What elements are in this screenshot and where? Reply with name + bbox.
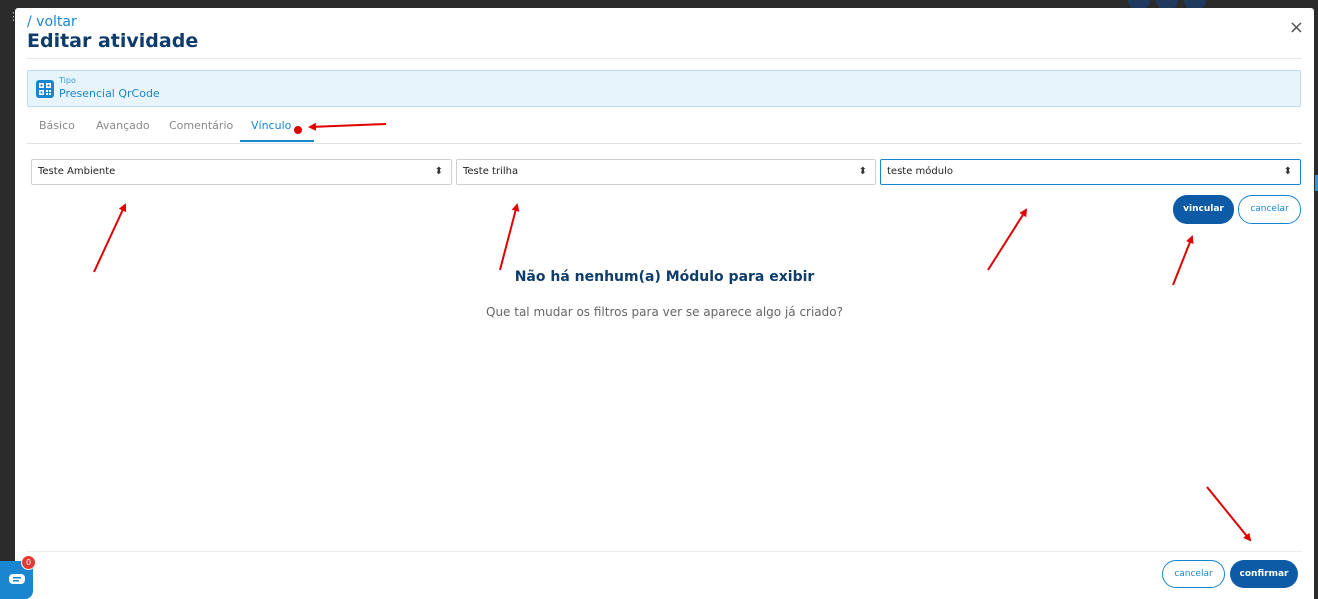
confirm-button[interactable]: confirmar bbox=[1230, 560, 1298, 588]
active-tab-underline bbox=[240, 140, 314, 142]
chat-icon bbox=[8, 574, 25, 584]
tab-comentario[interactable]: Comentário bbox=[169, 119, 233, 132]
empty-state-subtitle: Que tal mudar os filtros para ver se apa… bbox=[486, 305, 843, 319]
tab-vinculo[interactable]: Vínculo bbox=[251, 119, 291, 132]
tab-vinculo-indicator bbox=[294, 126, 302, 134]
cancel-link-button[interactable]: cancelar bbox=[1238, 195, 1301, 224]
close-icon[interactable]: × bbox=[1289, 18, 1304, 38]
select-arrows-icon: ⬍ bbox=[434, 166, 443, 177]
activity-type-value: Presencial QrCode bbox=[59, 87, 160, 100]
trilha-select-value: Teste trilha bbox=[463, 166, 519, 177]
activity-type-label: Tipo bbox=[59, 76, 76, 85]
page-title: Editar atividade bbox=[27, 30, 199, 52]
vincular-button[interactable]: vincular bbox=[1173, 195, 1234, 224]
tab-basico[interactable]: Básico bbox=[39, 119, 75, 132]
header-divider bbox=[27, 58, 1302, 59]
select-arrows-icon: ⬍ bbox=[1283, 166, 1292, 177]
back-link[interactable]: / voltar bbox=[27, 14, 77, 30]
tab-bar: Básico Avançado Comentário Vínculo bbox=[27, 116, 1302, 144]
chat-badge: 0 bbox=[21, 555, 36, 570]
activity-type-box: Tipo Presencial QrCode bbox=[27, 70, 1301, 107]
modulo-select[interactable]: teste módulo ⬍ bbox=[880, 159, 1301, 185]
ambiente-select[interactable]: Teste Ambiente ⬍ bbox=[31, 159, 452, 185]
select-arrows-icon: ⬍ bbox=[858, 166, 867, 177]
ambiente-select-value: Teste Ambiente bbox=[38, 166, 116, 177]
footer-divider bbox=[27, 551, 1302, 552]
footer-cancel-button[interactable]: cancelar bbox=[1162, 560, 1225, 588]
tab-avancado[interactable]: Avançado bbox=[96, 119, 150, 132]
modulo-select-value: teste módulo bbox=[887, 166, 953, 177]
qrcode-icon bbox=[36, 80, 54, 98]
trilha-select[interactable]: Teste trilha ⬍ bbox=[456, 159, 876, 185]
empty-state-title: Não há nenhum(a) Módulo para exibir bbox=[514, 269, 815, 285]
edit-activity-modal: / voltar Editar atividade × Tipo Presenc… bbox=[15, 8, 1314, 599]
